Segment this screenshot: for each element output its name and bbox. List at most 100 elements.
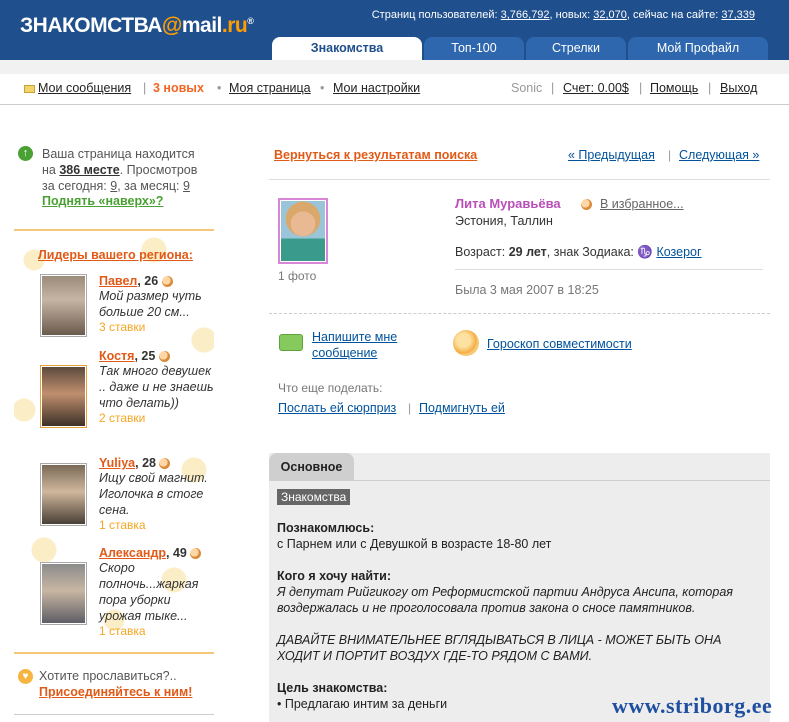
horoscope-icon[interactable] [453, 330, 479, 356]
leader-age: , 25 [134, 349, 156, 363]
nav-bullet: • [320, 81, 325, 95]
profile-age-zodiac: Возраст: 29 лет, знак Зодиака: ♑ Козерог [455, 245, 702, 260]
logout-link[interactable]: Выход [720, 81, 757, 95]
tab-main-info[interactable]: Основное [269, 453, 354, 481]
zodiac-link[interactable]: Козерог [656, 245, 701, 259]
find-label: Кого я хочу найти: [277, 569, 391, 583]
logo-text-main: ЗНАКОМСТВА [20, 14, 162, 37]
site-header: ЗНАКОМСТВА@mail.ru® Страниц пользователе… [0, 0, 789, 60]
tab-my-profile[interactable]: Мой Профайл [628, 37, 768, 60]
horoscope-link[interactable]: Гороскоп совместимости [487, 337, 632, 351]
meet-value: с Парнем или с Девушкой в возрасте 18-80… [277, 537, 552, 551]
heart-icon: ♥ [18, 669, 33, 684]
leader-text: Мой размер чуть больше 20 см... [99, 289, 202, 319]
capricorn-icon: ♑ [637, 245, 653, 259]
message-icon[interactable] [279, 334, 303, 351]
account-link[interactable]: Счет: 0.00$ [563, 81, 629, 95]
leader-bids: 1 ставка [99, 518, 146, 532]
logo-ru: .ru [221, 14, 248, 37]
back-to-results-link[interactable]: Вернуться к результатам поиска [274, 148, 477, 162]
profile-photo[interactable] [278, 198, 328, 264]
views-today-label: за сегодня: [42, 179, 107, 193]
leader-item: Александр, 49 Скоро полночь...жаркая пор… [99, 546, 214, 638]
leader-name[interactable]: Павел [99, 274, 137, 288]
wink-link[interactable]: Подмигнуть ей [419, 401, 505, 415]
site-logo[interactable]: ЗНАКОМСТВА@mail.ru® [20, 14, 254, 38]
nav-separator: | [639, 81, 643, 95]
leader-age: , 28 [135, 456, 156, 470]
divider [269, 179, 770, 180]
age-label: Возраст: [455, 245, 506, 259]
face-icon [158, 351, 170, 363]
nav-separator: | [708, 81, 712, 95]
last-seen: Была 3 мая 2007 в 18:25 [455, 283, 599, 297]
nav-separator: | [408, 401, 412, 415]
page-rank-place[interactable]: 386 месте [59, 163, 119, 177]
leader-avatar[interactable] [40, 463, 87, 526]
logo-at: @ [161, 14, 182, 37]
join-leaders-link[interactable]: Присоединяйтесь к ним! [39, 685, 192, 699]
leader-text: Так много девушек .. даже и не знаешь чт… [99, 364, 214, 410]
nav-separator: | [551, 81, 555, 95]
profile-details: Познакомлюсь: с Парнем или с Девушкой в … [277, 520, 762, 712]
arrow-up-icon: ↑ [18, 146, 33, 161]
stats-users-value[interactable]: 3,766,792 [501, 9, 550, 21]
region-leaders-title[interactable]: Лидеры вашего региона: [38, 248, 193, 262]
next-profile-link[interactable]: Следующая » [679, 148, 759, 162]
stats-users-label: Страниц пользователей: [371, 9, 498, 21]
more-actions-label: Что еще поделать: [278, 381, 383, 395]
leader-name[interactable]: Александр [99, 546, 166, 560]
send-surprise-link[interactable]: Послать ей сюрприз [278, 401, 396, 415]
leader-name[interactable]: Костя [99, 349, 134, 363]
leader-age: , 26 [137, 274, 159, 288]
stats-online-label: , сейчас на сайте: [626, 9, 719, 21]
profile-name: Лита Муравьёва [455, 196, 561, 211]
prev-profile-link[interactable]: « Предыдущая [568, 148, 655, 162]
page-rank-info: Ваша страница находится на 386 месте. Пр… [42, 146, 217, 194]
zodiac-label: , знак Зодиака: [546, 245, 634, 259]
help-link[interactable]: Помощь [650, 81, 698, 95]
my-messages-link[interactable]: Мои сообщения [38, 81, 131, 95]
add-to-favorites-link[interactable]: В избранное... [600, 197, 684, 211]
tab-znakomstva[interactable]: Знакомства [272, 37, 422, 60]
envelope-icon [24, 85, 35, 93]
raise-page-link[interactable]: Поднять «наверх»? [42, 194, 163, 208]
divider [14, 714, 214, 715]
divider [14, 652, 214, 654]
user-nav-bar: Мои сообщения | 3 новых • Моя страница •… [0, 74, 789, 105]
header-subbar [0, 60, 789, 74]
my-page-link[interactable]: Моя страница [229, 81, 311, 95]
stats-new-value[interactable]: 32,070 [593, 9, 627, 21]
my-settings-link[interactable]: Мои настройки [333, 81, 420, 95]
leader-avatar[interactable] [40, 365, 87, 428]
leader-bids: 2 ставки [99, 411, 146, 425]
goal-item-text: Предлагаю интим за деньги [284, 697, 448, 711]
site-stats: Страниц пользователей: 3,766,792, новых:… [372, 9, 755, 21]
leader-item: Yuliya, 28 Ищу свой магнит. Иголочка в с… [99, 456, 214, 532]
leader-avatar[interactable] [40, 562, 87, 625]
face-icon [159, 458, 171, 470]
tab-strelki[interactable]: Стрелки [526, 37, 626, 60]
new-messages-count[interactable]: 3 новых [153, 81, 204, 95]
watermark: www.striborg.ee [612, 693, 773, 718]
leader-name[interactable]: Yuliya [99, 456, 135, 470]
write-message-link[interactable]: Напишите мне сообщение [312, 329, 412, 361]
leader-bids: 1 ставка [99, 624, 146, 638]
page-rank-text: Ваша страница находится [42, 147, 195, 161]
face-icon [581, 199, 592, 210]
leader-bids: 3 ставки [99, 320, 146, 334]
tab-top100[interactable]: Топ-100 [424, 37, 524, 60]
divider [269, 480, 770, 481]
views-month: 9 [183, 179, 190, 193]
views-month-label: , за месяц: [117, 179, 180, 193]
stats-new-label: , новых: [549, 9, 591, 21]
leader-item: Павел, 26 Мой размер чуть больше 20 см..… [99, 274, 214, 334]
divider [269, 313, 770, 314]
stats-online-value[interactable]: 37,339 [721, 9, 755, 21]
photo-count[interactable]: 1 фото [278, 269, 316, 283]
leader-text: Скоро полночь...жаркая пора уборки урожа… [99, 561, 199, 623]
views-label: . Просмотров [119, 163, 198, 177]
leader-avatar[interactable] [40, 274, 87, 337]
logo-reg: ® [247, 16, 254, 26]
divider [455, 269, 763, 270]
